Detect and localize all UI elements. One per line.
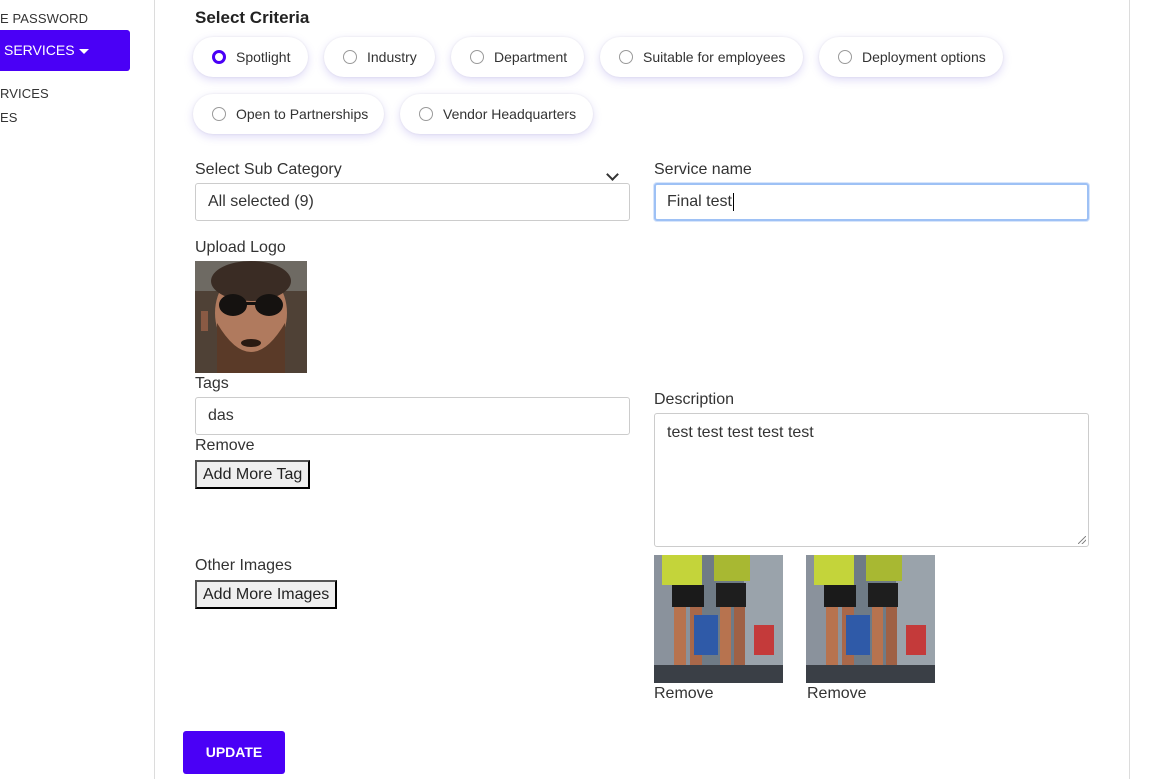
criteria-option-suitable-for-employees[interactable]: Suitable for employees (600, 37, 803, 77)
service-name-label: Service name (654, 161, 752, 178)
criteria-option-label: Department (494, 49, 568, 65)
sidebar: E PASSWORD SERVICES RVICES ES (0, 0, 155, 779)
criteria-option-label: Suitable for employees (643, 49, 786, 65)
tag-remove-link[interactable]: Remove (195, 437, 255, 455)
upload-logo-label: Upload Logo (195, 239, 286, 256)
criteria-option-label: Vendor Headquarters (443, 106, 577, 122)
sidebar-item-services-label: SERVICES (4, 42, 75, 58)
add-more-tag-button[interactable]: Add More Tag (195, 460, 311, 489)
service-name-value: Final test (667, 193, 732, 210)
resize-handle-icon[interactable] (1078, 536, 1086, 544)
description-value: test test test test test (667, 424, 814, 441)
criteria-option-department[interactable]: Department (451, 37, 584, 77)
text-cursor (732, 193, 734, 211)
sub-category-select[interactable]: All selected (9) (195, 183, 630, 221)
description-textarea[interactable]: test test test test test (654, 413, 1089, 547)
sidebar-item-services[interactable]: SERVICES (0, 30, 130, 71)
criteria-option-open-to-partnerships[interactable]: Open to Partnerships (193, 94, 384, 134)
criteria-option-industry[interactable]: Industry (324, 37, 435, 77)
update-button[interactable]: UPDATE (183, 731, 285, 774)
chevron-down-icon[interactable] (606, 168, 619, 181)
description-label: Description (654, 391, 735, 408)
service-name-input[interactable]: Final test (654, 183, 1089, 221)
radio-unchecked-icon[interactable] (838, 50, 852, 64)
tags-input[interactable]: das (195, 397, 630, 435)
sidebar-item-services-sub-1[interactable]: RVICES (0, 86, 49, 101)
radio-unchecked-icon[interactable] (343, 50, 357, 64)
other-image-thumbnail[interactable] (654, 555, 783, 683)
tags-value: das (208, 407, 234, 424)
criteria-option-label: Spotlight (236, 49, 291, 65)
criteria-option-label: Deployment options (862, 49, 986, 65)
criteria-option-label: Industry (367, 49, 417, 65)
content-right-border (1129, 0, 1130, 779)
tags-label: Tags (195, 375, 229, 392)
image-remove-link[interactable]: Remove (807, 685, 867, 703)
logo-image[interactable] (195, 261, 307, 373)
criteria-option-spotlight[interactable]: Spotlight (193, 37, 308, 77)
criteria-option-label: Open to Partnerships (236, 106, 369, 122)
add-more-images-button[interactable]: Add More Images (195, 580, 338, 609)
sidebar-item-services-sub-2[interactable]: ES (0, 110, 18, 125)
radio-unchecked-icon[interactable] (619, 50, 633, 64)
other-image-thumbnail[interactable] (806, 555, 935, 683)
criteria-option-vendor-headquarters[interactable]: Vendor Headquarters (400, 94, 593, 134)
caret-down-icon (78, 48, 89, 54)
sidebar-item-change-password[interactable]: E PASSWORD (0, 11, 88, 26)
radio-unchecked-icon[interactable] (212, 107, 226, 121)
other-images-label: Other Images (195, 557, 292, 574)
select-criteria-title: Select Criteria (195, 8, 310, 27)
radio-unchecked-icon[interactable] (470, 50, 484, 64)
radio-unchecked-icon[interactable] (419, 107, 433, 121)
sub-category-value: All selected (9) (208, 193, 314, 210)
sub-category-label: Select Sub Category (195, 161, 342, 178)
criteria-option-deployment-options[interactable]: Deployment options (819, 37, 1003, 77)
radio-checked-icon[interactable] (212, 50, 226, 64)
image-remove-link[interactable]: Remove (654, 685, 714, 703)
